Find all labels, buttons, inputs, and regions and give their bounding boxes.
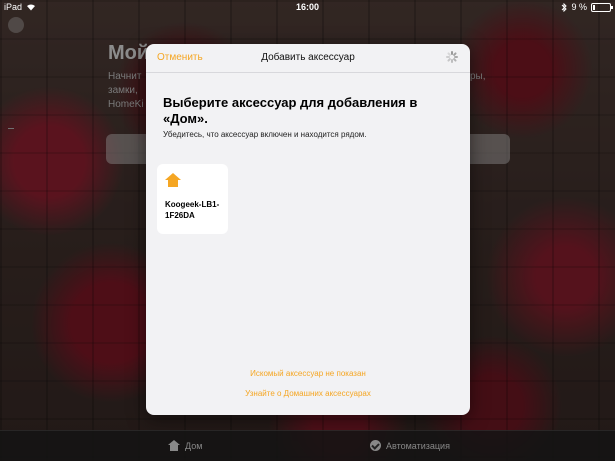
- battery-icon: [591, 2, 613, 12]
- clock: 16:00: [295, 2, 320, 12]
- home-tab-icon: [168, 440, 180, 451]
- modal-heading: Выберите аксессуар для добавления в «Дом…: [163, 95, 418, 126]
- battery-percent: 9 %: [571, 2, 587, 12]
- accessory-not-shown-link[interactable]: Искомый аксессуар не показан: [146, 369, 470, 378]
- accessory-name: Koogeek-LB1-1F26DA: [165, 200, 220, 220]
- modal-header: Отменить Добавить аксессуар: [146, 44, 470, 73]
- add-accessory-modal: Отменить Добавить аксессуар Выберите акс…: [146, 44, 470, 415]
- tab-home-label: Дом: [185, 440, 203, 451]
- house-icon: [165, 173, 181, 187]
- loading-spinner-icon: [446, 51, 458, 63]
- tab-home[interactable]: Дом: [168, 440, 202, 451]
- automation-tab-icon: [370, 440, 381, 451]
- bluetooth-icon: [562, 2, 568, 12]
- modal-title: Добавить аксессуар: [261, 52, 355, 63]
- tab-automation-label: Автоматизация: [386, 440, 450, 451]
- learn-home-accessories-link[interactable]: Узнайте о Домашних аксессуарах: [146, 389, 470, 398]
- accessory-tile[interactable]: Koogeek-LB1-1F26DA: [157, 164, 228, 234]
- tab-automation[interactable]: Автоматизация: [370, 440, 450, 451]
- status-bar: iPad 16:00 9 %: [0, 0, 615, 14]
- tab-bar: Дом Автоматизация: [0, 430, 615, 461]
- modal-subheading: Убедитесь, что аксессуар включен и наход…: [163, 130, 367, 139]
